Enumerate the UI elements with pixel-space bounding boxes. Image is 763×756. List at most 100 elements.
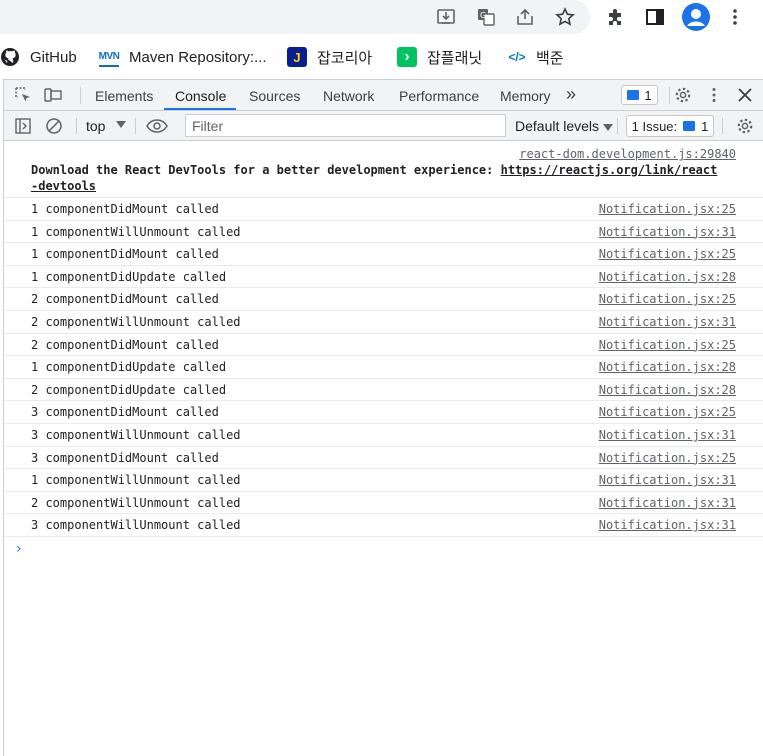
more-tabs-button[interactable]: » (566, 80, 576, 111)
toolbar-divider (135, 118, 136, 134)
console-message: 1 componentWillUnmount called Notificatio… (4, 469, 763, 492)
message-text: 3 componentDidMount called (31, 450, 219, 465)
console-message: 3 componentWillUnmount called Notificatio… (4, 424, 763, 447)
browser-toolbar: G (0, 0, 763, 34)
live-expression-eye-icon[interactable] (145, 115, 169, 137)
devtools-panel: Elements Console Sources Network Perform… (3, 79, 763, 756)
message-text: 3 componentWillUnmount called (31, 518, 241, 533)
console-message: 1 componentDidMount called Notification.j… (4, 198, 763, 221)
context-selector[interactable]: top (86, 111, 126, 141)
message-source-link[interactable]: Notification.jsx:25 (599, 334, 736, 356)
filter-input[interactable] (185, 114, 506, 137)
message-source-link[interactable]: Notification.jsx:31 (599, 514, 736, 536)
share-icon[interactable] (513, 5, 537, 29)
translate-icon[interactable]: G (474, 5, 498, 29)
message-source-link[interactable]: Notification.jsx:31 (599, 492, 736, 514)
message-source-link[interactable]: Notification.jsx:31 (599, 311, 736, 333)
issues-label: 1 Issue: (631, 118, 678, 134)
issue-icon (683, 121, 696, 131)
browser-menu-icon[interactable] (723, 5, 747, 29)
message-text: 2 componentDidMount called (31, 337, 219, 352)
console-message: 2 componentWillUnmount called Notificatio… (4, 492, 763, 515)
message-text: 1 componentDidUpdate called (31, 360, 227, 375)
extensions-icon[interactable] (603, 5, 627, 29)
react-devtools-link-cont[interactable]: -devtools (31, 179, 96, 193)
settings-gear-icon[interactable] (672, 84, 694, 106)
message-text: 1 componentDidUpdate called (31, 269, 227, 284)
message-source-link[interactable]: Notification.jsx:25 (599, 288, 736, 310)
toolbar-divider (617, 118, 618, 134)
message-source-link[interactable]: Notification.jsx:31 (599, 424, 736, 446)
message-icon (627, 90, 640, 100)
install-app-icon[interactable] (434, 5, 458, 29)
context-label: top (86, 118, 106, 134)
tab-elements[interactable]: Elements (95, 80, 153, 111)
omnibox[interactable] (0, 0, 590, 34)
profile-avatar-icon[interactable] (681, 2, 710, 31)
message-source-link[interactable]: Notification.jsx:25 (599, 243, 736, 265)
toolbar-divider (669, 87, 670, 104)
console-message: 1 componentDidUpdate called Notification.… (4, 356, 763, 379)
log-levels-dropdown[interactable]: Default levels (515, 111, 614, 141)
console-message: 2 componentDidMount called Notification.j… (4, 334, 763, 357)
toolbar-divider (76, 118, 77, 134)
message-source-link[interactable]: Notification.jsx:28 (599, 266, 736, 288)
tab-network[interactable]: Network (323, 80, 374, 111)
message-source-link[interactable]: Notification.jsx:25 (599, 447, 736, 469)
prompt-chevron-icon: › (16, 540, 22, 557)
issues-count: 1 (701, 118, 709, 134)
device-toolbar-icon[interactable] (42, 84, 64, 106)
levels-label: Default levels (515, 118, 600, 134)
bookmark-maven[interactable]: MVN Maven Repository:... (99, 40, 267, 74)
console-message: react-dom.development.js:29840 Download … (4, 142, 763, 198)
bookmark-label: 잡코리아 (317, 49, 373, 67)
bookmark-baekjoon[interactable]: </> 백준 (506, 40, 563, 74)
console-message: 3 componentWillUnmount called Notificatio… (4, 514, 763, 537)
console-sidebar-icon[interactable] (12, 115, 34, 137)
bookmark-jobplanet[interactable]: › 잡플래닛 (397, 40, 482, 74)
close-devtools-icon[interactable] (734, 84, 756, 106)
message-text: 2 componentWillUnmount called (31, 314, 241, 329)
message-text: 2 componentDidMount called (31, 292, 219, 307)
message-text: Download the React DevTools for a better… (31, 163, 718, 193)
message-source-link[interactable]: react-dom.development.js:29840 (31, 146, 736, 162)
message-text: 2 componentWillUnmount called (31, 495, 241, 510)
tab-console[interactable]: Console (175, 80, 226, 111)
messages-badge[interactable]: 1 (621, 85, 658, 105)
side-panel-icon[interactable] (643, 5, 667, 29)
message-source-link[interactable]: Notification.jsx:28 (599, 379, 736, 401)
message-source-link[interactable]: Notification.jsx:31 (599, 221, 736, 243)
console-filterbar: top Default levels 1 Issue: 1 (4, 111, 763, 141)
bookmark-github[interactable]: GitHub (0, 40, 77, 74)
tab-memory[interactable]: Memory (500, 80, 551, 111)
console-message-list: 1 componentDidMount called Notification.j… (4, 198, 763, 537)
svg-text:G: G (480, 11, 486, 20)
console-message: 3 componentDidMount called Notification.j… (4, 401, 763, 424)
message-text: 1 componentWillUnmount called (31, 224, 241, 239)
kebab-menu-icon[interactable] (703, 84, 725, 106)
message-text: 3 componentDidMount called (31, 405, 219, 420)
clear-console-icon[interactable] (43, 115, 65, 137)
inspect-element-icon[interactable] (12, 84, 34, 106)
bookmark-label: 잡플래닛 (427, 49, 483, 67)
issues-button[interactable]: 1 Issue: 1 (626, 115, 714, 137)
toolbar-divider (722, 118, 723, 134)
message-source-link[interactable]: Notification.jsx:25 (599, 198, 736, 220)
bookmark-star-icon[interactable] (553, 5, 577, 29)
message-source-link[interactable]: Notification.jsx:31 (599, 469, 736, 491)
tab-performance[interactable]: Performance (399, 80, 479, 111)
console-message: 2 componentDidMount called Notification.j… (4, 288, 763, 311)
console-message: 1 componentWillUnmount called Notificatio… (4, 221, 763, 244)
tab-sources[interactable]: Sources (249, 80, 300, 111)
baekjoon-icon: </> (508, 50, 526, 64)
console-prompt[interactable]: › (4, 537, 763, 561)
bookmark-jobkorea[interactable]: J 잡코리아 (287, 40, 372, 74)
message-source-link[interactable]: Notification.jsx:28 (599, 356, 736, 378)
console-settings-gear-icon[interactable] (734, 115, 756, 137)
toolbar-divider (80, 87, 81, 104)
console-message: 2 componentWillUnmount called Notificatio… (4, 311, 763, 334)
bookmark-label: GitHub (30, 48, 77, 66)
console-output: react-dom.development.js:29840 Download … (4, 142, 763, 561)
react-devtools-link[interactable]: https://reactjs.org/link/react (501, 163, 718, 177)
message-source-link[interactable]: Notification.jsx:25 (599, 401, 736, 423)
